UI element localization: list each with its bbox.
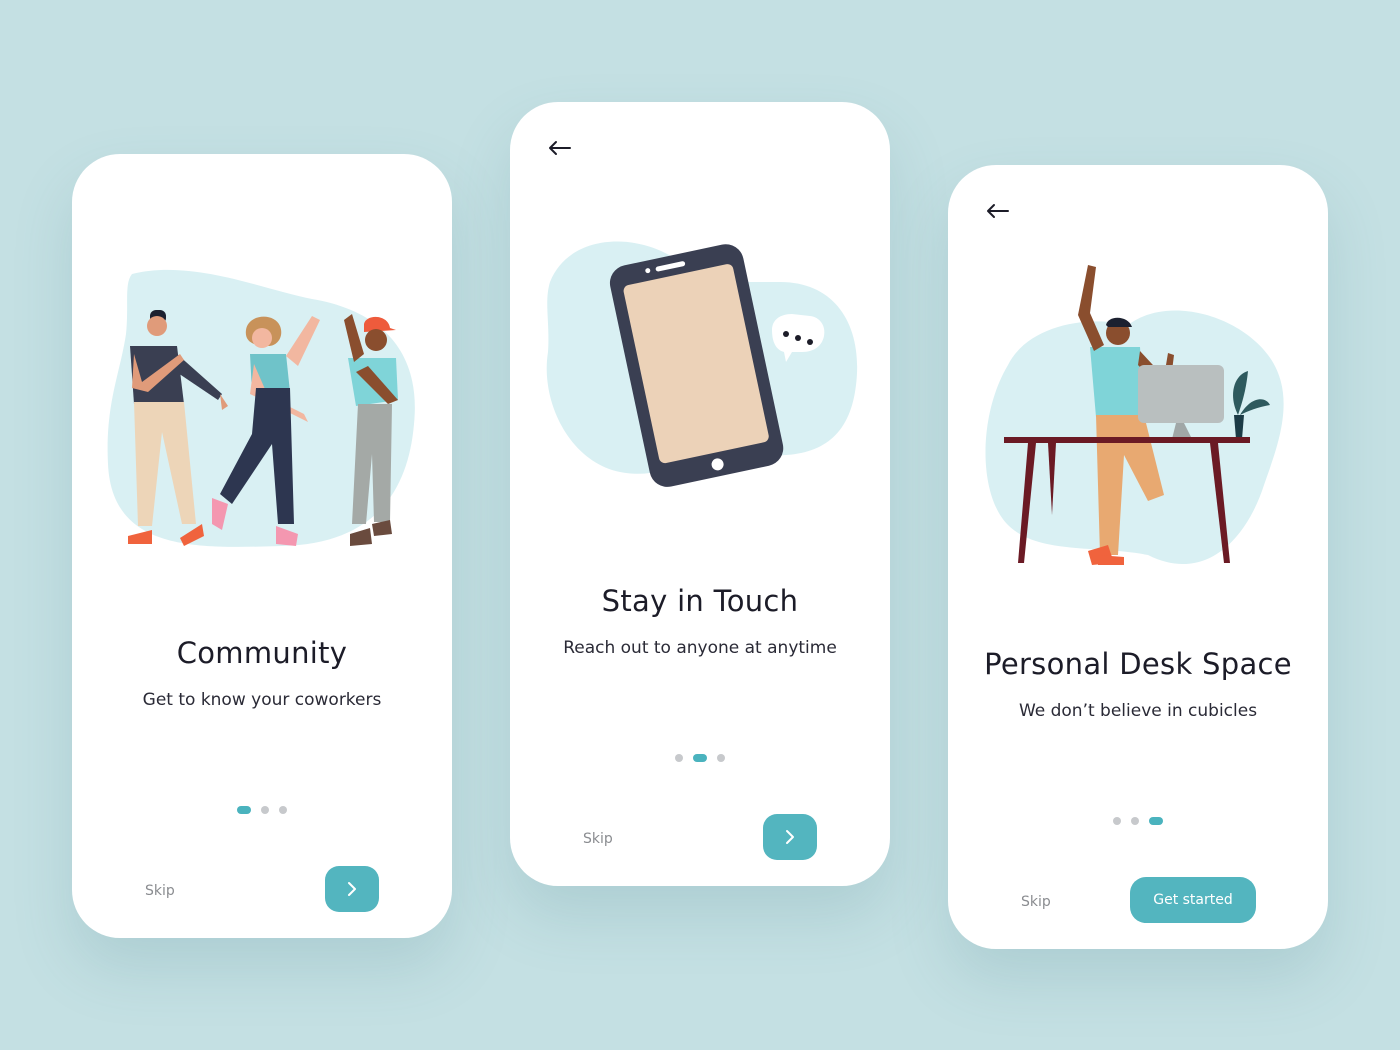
pagination-dots — [510, 753, 890, 763]
page-dot — [1113, 817, 1121, 825]
skip-button[interactable]: Skip — [145, 883, 175, 899]
onboarding-screen-personal-desk-space: Personal Desk Space We don’t believe in … — [948, 165, 1328, 949]
page-dot-active — [693, 754, 707, 762]
page-dot — [261, 806, 269, 814]
page-dot — [279, 806, 287, 814]
pagination-dots — [72, 805, 452, 815]
page-dot — [1131, 817, 1139, 825]
arrow-left-icon[interactable] — [548, 140, 572, 156]
chevron-right-icon — [786, 830, 794, 844]
skip-button[interactable]: Skip — [583, 831, 613, 847]
page-dot-active — [237, 806, 251, 814]
screen-title: Stay in Touch — [601, 584, 799, 618]
screen-subtitle: Get to know your coworkers — [142, 690, 382, 710]
coworkers-illustration — [107, 269, 415, 547]
skip-button[interactable]: Skip — [1021, 894, 1051, 910]
pagination-dots — [948, 816, 1328, 826]
page-dot — [675, 754, 683, 762]
get-started-button[interactable]: Get started — [1130, 877, 1256, 923]
onboarding-screen-stay-in-touch: Stay in Touch Reach out to anyone at any… — [510, 102, 890, 886]
next-button[interactable] — [763, 814, 817, 860]
screen-title: Personal Desk Space — [984, 647, 1292, 681]
arrow-left-icon[interactable] — [986, 203, 1010, 219]
phone-illustration — [546, 241, 858, 487]
screen-title: Community — [176, 636, 348, 670]
screen-subtitle: Reach out to anyone at anytime — [563, 638, 837, 658]
next-button[interactable] — [325, 866, 379, 912]
onboarding-screen-community: Community Get to know your coworkers Ski… — [72, 154, 452, 938]
desk-illustration — [985, 265, 1284, 565]
chevron-right-icon — [348, 882, 356, 896]
page-dot — [717, 754, 725, 762]
screen-subtitle: We don’t believe in cubicles — [1018, 701, 1258, 721]
page-dot-active — [1149, 817, 1163, 825]
